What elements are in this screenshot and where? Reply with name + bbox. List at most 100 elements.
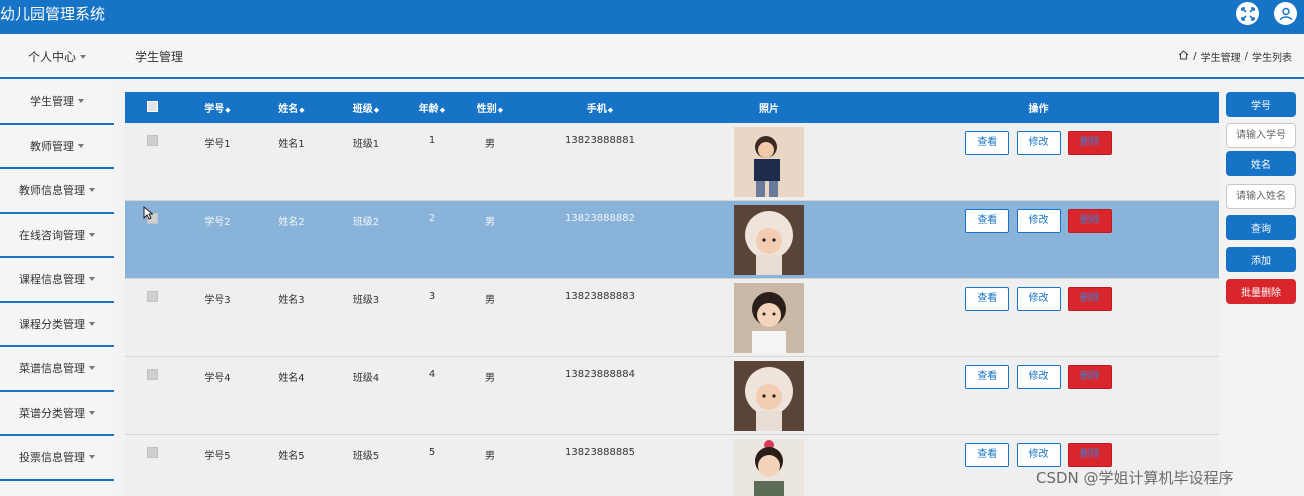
watermark: CSDN @学姐计算机毕设程序: [1036, 469, 1234, 487]
student-name-input[interactable]: [1226, 184, 1296, 209]
table-row[interactable]: 学号4 姓名4 班级4 4 男 13823888884 查看 修改 删除: [125, 356, 1219, 435]
column-header-id[interactable]: 学号◆: [180, 92, 255, 123]
sort-icon[interactable]: ◆: [225, 106, 230, 114]
sidebar-item-recipe-category[interactable]: 菜谱分类管理: [0, 392, 114, 436]
cell-age: 1: [428, 135, 436, 146]
breadcrumb: / 学生管理 / 学生列表: [1178, 34, 1292, 79]
app-title: 幼儿园管理系统: [0, 5, 106, 23]
cell-phone: 13823888883: [565, 291, 635, 302]
student-table: 学号◆ 姓名◆ 班级◆ 年龄◆ 性别◆ 手机◆ 照片 操作 学号1 姓名1 班级…: [125, 92, 1219, 496]
column-header-class[interactable]: 班级◆: [328, 92, 404, 123]
column-header-gender[interactable]: 性别◆: [460, 92, 520, 123]
delete-button[interactable]: 删除: [1067, 287, 1112, 311]
breadcrumb-item-student-management[interactable]: 学生管理: [1201, 49, 1241, 64]
sidebar-item-student-management[interactable]: 学生管理: [0, 80, 114, 125]
sidebar-item-course-info[interactable]: 课程信息管理: [0, 258, 114, 303]
sidebar-item-label: 投票信息管理: [19, 451, 85, 465]
sidebar-item-course-category[interactable]: 课程分类管理: [0, 303, 114, 347]
chevron-down-icon: [89, 232, 95, 237]
sidebar-item-label: 在线咨询管理: [19, 228, 85, 242]
delete-button[interactable]: 删除: [1067, 443, 1112, 467]
mouse-cursor-icon: [143, 205, 154, 224]
sidebar-item-teacher-management[interactable]: 教师管理: [0, 125, 114, 169]
view-button[interactable]: 查看: [965, 131, 1010, 155]
view-button[interactable]: 查看: [965, 287, 1010, 311]
cell-class: 班级5: [352, 451, 380, 462]
sidebar-item-label: 菜谱信息管理: [19, 362, 85, 376]
chevron-down-icon: [89, 455, 95, 460]
cell-id: 学号2: [204, 217, 231, 228]
select-all-checkbox[interactable]: [147, 100, 158, 112]
chevron-down-icon: [89, 410, 95, 415]
edit-button[interactable]: 修改: [1016, 209, 1061, 233]
column-header-age[interactable]: 年龄◆: [404, 92, 460, 123]
row-checkbox[interactable]: [147, 369, 158, 380]
sidebar-item-teacher-info[interactable]: 教师信息管理: [0, 169, 114, 214]
cell-gender: 男: [485, 295, 495, 306]
sidebar-item-label: 课程信息管理: [19, 273, 85, 287]
fullscreen-icon[interactable]: [1236, 2, 1259, 25]
view-button[interactable]: 查看: [965, 365, 1010, 389]
sidebar-item-label: 菜谱分类管理: [19, 406, 85, 420]
row-checkbox[interactable]: [147, 135, 158, 146]
delete-button[interactable]: 删除: [1067, 209, 1112, 233]
cell-name: 姓名2: [278, 217, 305, 228]
table-row[interactable]: 学号1 姓名1 班级1 1 男 13823888881 查看 修改 删除: [125, 123, 1219, 201]
view-button[interactable]: 查看: [965, 443, 1010, 467]
row-checkbox[interactable]: [147, 447, 158, 458]
table-header: 学号◆ 姓名◆ 班级◆ 年龄◆ 性别◆ 手机◆ 照片 操作: [125, 92, 1219, 123]
student-id-label: 学号: [1226, 92, 1296, 117]
edit-button[interactable]: 修改: [1016, 443, 1061, 467]
cell-age: 3: [428, 291, 436, 302]
chevron-down-icon: [78, 99, 84, 104]
edit-button[interactable]: 修改: [1016, 131, 1061, 155]
table-row[interactable]: 学号2 姓名2 班级2 2 男 13823888882 查看 修改 删除: [125, 200, 1219, 279]
column-header-phone[interactable]: 手机◆: [520, 92, 680, 123]
chevron-down-icon: [89, 188, 95, 193]
edit-button[interactable]: 修改: [1016, 287, 1061, 311]
delete-button[interactable]: 删除: [1067, 131, 1112, 155]
page-title: 学生管理: [135, 50, 184, 64]
sort-icon[interactable]: ◆: [374, 106, 379, 114]
student-photo: [734, 361, 804, 431]
edit-button[interactable]: 修改: [1016, 365, 1061, 389]
sidebar-item-recipe-info[interactable]: 菜谱信息管理: [0, 347, 114, 392]
chevron-down-icon: [89, 366, 95, 371]
user-icon[interactable]: [1274, 2, 1297, 25]
column-header-name[interactable]: 姓名◆: [255, 92, 328, 123]
cell-phone: 13823888885: [565, 447, 635, 458]
column-header-photo: 照片: [759, 104, 779, 115]
cell-class: 班级4: [352, 373, 380, 384]
student-photo: [734, 127, 804, 197]
table-row[interactable]: 学号3 姓名3 班级3 3 男 13823888883 查看 修改 删除: [125, 278, 1219, 357]
cell-name: 姓名4: [278, 373, 305, 384]
delete-button[interactable]: 删除: [1067, 365, 1112, 389]
sub-header: 个人中心 学生管理 / 学生管理 / 学生列表: [0, 34, 1304, 79]
view-button[interactable]: 查看: [965, 209, 1010, 233]
sidebar-item-label: 教师信息管理: [19, 184, 85, 198]
batch-delete-button[interactable]: 批量删除: [1226, 279, 1296, 304]
cell-gender: 男: [485, 139, 495, 150]
add-button[interactable]: 添加: [1226, 247, 1296, 272]
sidebar-item-vote-info[interactable]: 投票信息管理: [0, 436, 114, 481]
sort-icon[interactable]: ◆: [498, 106, 503, 114]
personal-center-menu[interactable]: 个人中心: [0, 34, 114, 79]
sidebar-item-online-consult[interactable]: 在线咨询管理: [0, 214, 114, 258]
student-photo: [734, 205, 804, 275]
cell-name: 姓名3: [278, 295, 305, 306]
column-header-actions: 操作: [1028, 104, 1049, 115]
sort-icon[interactable]: ◆: [440, 106, 445, 114]
breadcrumb-separator: /: [1193, 51, 1197, 62]
sort-icon[interactable]: ◆: [608, 106, 613, 114]
cell-class: 班级3: [352, 295, 380, 306]
row-checkbox[interactable]: [147, 291, 158, 302]
student-id-input[interactable]: [1226, 123, 1296, 148]
cell-phone: 13823888882: [565, 213, 635, 224]
cell-gender: 男: [485, 451, 495, 462]
cell-id: 学号5: [204, 451, 231, 462]
sort-icon[interactable]: ◆: [299, 106, 304, 114]
chevron-down-icon: [78, 143, 84, 148]
cell-class: 班级2: [352, 217, 380, 228]
query-button[interactable]: 查询: [1226, 215, 1296, 240]
home-icon[interactable]: [1178, 50, 1189, 63]
